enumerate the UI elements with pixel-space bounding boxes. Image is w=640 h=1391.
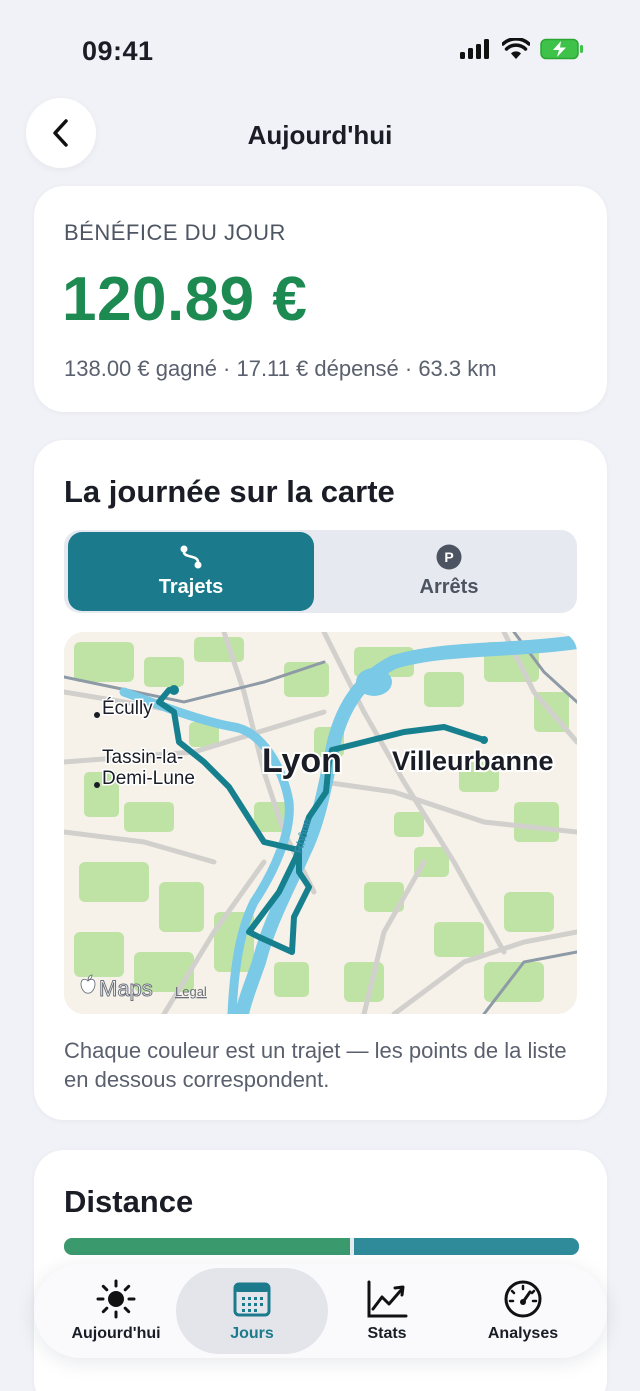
calendar-icon (233, 1282, 271, 1317)
route-icon (180, 545, 202, 569)
distance-title: Distance (64, 1184, 194, 1219)
tab-aujourdhui-label: Aujourd'hui (71, 1325, 161, 1342)
tab-stats[interactable]: Stats (311, 1268, 463, 1354)
tab-stats-label: Stats (367, 1325, 407, 1342)
map-label-tassin-2: Demi-Lune (102, 768, 195, 789)
map-label-villeurbanne: Villeurbanne (392, 746, 554, 776)
tab-aujourdhui[interactable]: Aujourd'hui (40, 1268, 192, 1354)
cellular-signal-icon (460, 39, 489, 59)
svg-text:P: P (444, 549, 453, 565)
tab-bar: Aujourd'hui Jours Stats Analyses (34, 1264, 607, 1358)
map-label-ecully: Écully (102, 698, 153, 719)
profit-card: BÉNÉFICE DU JOUR 120.89 € 138.00 € gagné… (34, 186, 607, 412)
map-label-tassin-1: Tassin-la- (102, 747, 183, 768)
map-canvas: Écully Tassin-la- Demi-Lune Lyon Villeur… (64, 632, 577, 1014)
map-view-segmented-control: Trajets P Arrêts (64, 530, 577, 613)
map-caption: Chaque couleur est un trajet — les point… (64, 1038, 567, 1092)
segment-trajets[interactable]: Trajets (68, 532, 314, 611)
route-map[interactable]: Écully Tassin-la- Demi-Lune Lyon Villeur… (64, 632, 577, 1014)
status-icons (460, 38, 584, 60)
profit-details: 138.00 € gagné · 17.11 € dépensé · 63.3 … (64, 356, 497, 381)
distance-bar (64, 1238, 579, 1255)
profit-amount: 120.89 € (62, 265, 308, 334)
chart-icon (367, 1280, 408, 1318)
segment-arrets[interactable]: P Arrêts (326, 532, 572, 611)
tab-analyses[interactable]: Analyses (447, 1268, 599, 1354)
nav-bar: Aujourd'hui (0, 98, 640, 172)
parking-icon: P (436, 544, 462, 570)
wifi-icon (502, 38, 530, 59)
map-card-title: La journée sur la carte (64, 474, 395, 509)
status-bar: 09:41 (0, 0, 640, 100)
tab-jours[interactable]: Jours (176, 1268, 328, 1354)
segment-trajets-label: Trajets (158, 576, 224, 598)
maps-legal-link[interactable]: Legal (175, 984, 207, 999)
segment-arrets-label: Arrêts (419, 576, 479, 598)
battery-charging-icon (540, 38, 583, 60)
profit-label: BÉNÉFICE DU JOUR (64, 220, 286, 245)
tab-analyses-label: Analyses (487, 1325, 559, 1342)
gauge-icon (504, 1280, 542, 1318)
status-time: 09:41 (82, 36, 154, 66)
tab-jours-label: Jours (230, 1325, 274, 1342)
sun-icon (96, 1279, 136, 1319)
map-card: La journée sur la carte Trajets P Arrêts (34, 440, 607, 1120)
map-label-lyon: Lyon (262, 742, 342, 780)
distance-segment-1 (64, 1238, 350, 1255)
distance-segment-2 (354, 1238, 579, 1255)
page-title: Aujourd'hui (247, 120, 393, 150)
maps-logo-text: Maps (99, 976, 153, 1001)
